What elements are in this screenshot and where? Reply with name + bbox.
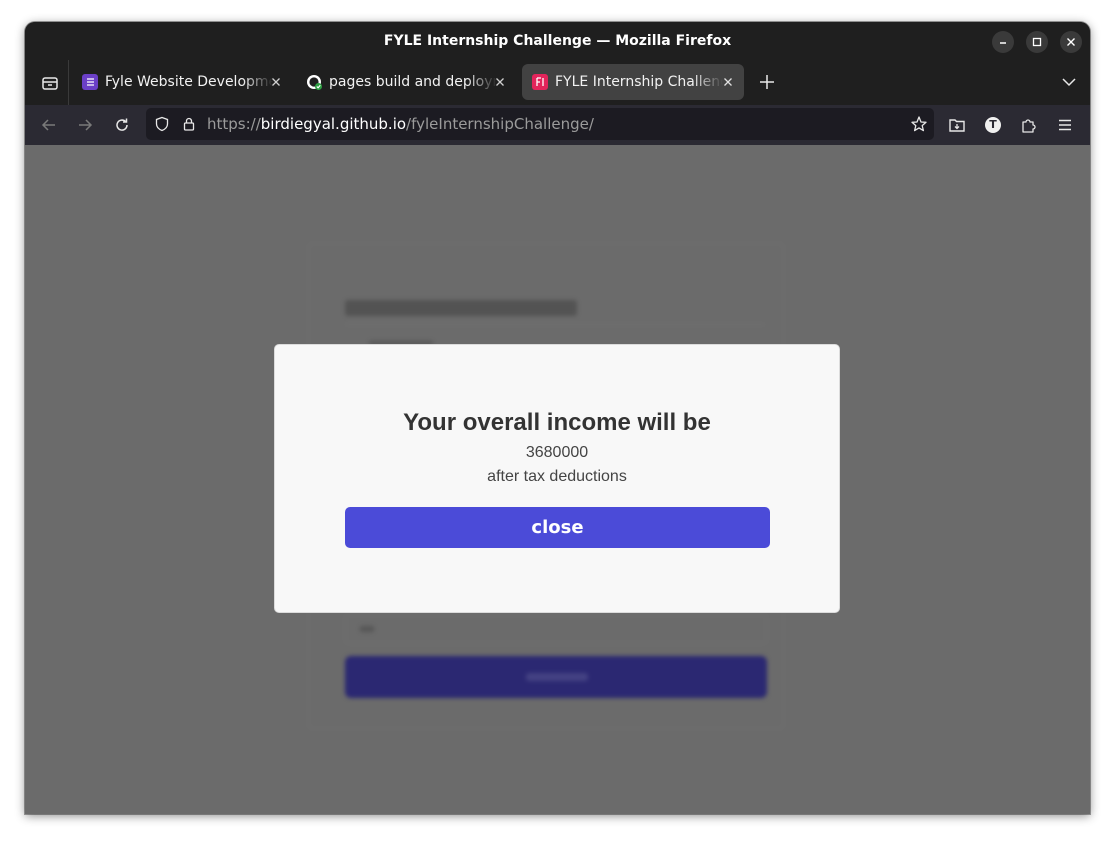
modal-subtext: after tax deductions: [487, 468, 627, 485]
forward-button[interactable]: [70, 110, 100, 140]
fyle-icon: [532, 74, 548, 90]
url-bar[interactable]: https://birdiegyal.github.io/fyleInterns…: [146, 108, 934, 140]
bookmark-star-icon[interactable]: [910, 115, 928, 133]
back-button[interactable]: [34, 110, 64, 140]
new-tab-plus-icon[interactable]: [753, 68, 781, 96]
url-path: /fyleInternshipChallenge/: [406, 115, 594, 133]
close-tab-icon[interactable]: [492, 74, 508, 90]
lock-icon[interactable]: [181, 116, 197, 132]
minimize-icon: [1000, 42, 1006, 44]
back-arrow-icon: [41, 119, 55, 131]
minimize-button[interactable]: [992, 31, 1014, 53]
puzzle-piece-icon: [1022, 119, 1036, 133]
close-tab-icon[interactable]: [268, 74, 284, 90]
tab-label: Fyle Website Development: [105, 74, 273, 90]
tab-separator: [68, 60, 69, 105]
url-text[interactable]: https://birdiegyal.github.io/fyleInterns…: [207, 108, 594, 140]
close-icon: [1067, 38, 1075, 46]
account-button[interactable]: T: [978, 110, 1008, 140]
forward-arrow-icon: [79, 119, 93, 131]
chevron-down-icon[interactable]: [1057, 68, 1081, 96]
income-amount: 3680000: [525, 444, 589, 461]
tab-fyle-internship-challenge[interactable]: FYLE Internship Challenge: [522, 64, 744, 100]
shield-icon[interactable]: [154, 116, 170, 132]
hamburger-menu-icon: [1059, 119, 1071, 131]
pocket-icon: [949, 119, 965, 132]
tab-label: FYLE Internship Challenge: [555, 74, 723, 90]
firefox-view-icon: [42, 77, 58, 90]
close-tab-icon[interactable]: [720, 74, 736, 90]
extensions-button[interactable]: [1014, 110, 1044, 140]
maximize-button[interactable]: [1026, 31, 1048, 53]
close-modal-button[interactable]: close: [345, 507, 770, 548]
income-result-modal: Your overall income will be 3680000 afte…: [274, 344, 840, 613]
tab-pages-build-and-deployment[interactable]: pages build and deployment: [296, 64, 516, 100]
save-to-pocket-button[interactable]: [942, 110, 972, 140]
background-divider: [345, 324, 765, 325]
background-form-title: [345, 300, 577, 316]
menu-button[interactable]: [1050, 110, 1080, 140]
notion-list-icon: [82, 74, 98, 90]
reload-icon: [116, 118, 128, 131]
url-scheme: https://: [207, 115, 261, 133]
firefox-view-button[interactable]: [35, 68, 65, 98]
reload-button[interactable]: [107, 110, 137, 140]
tab-fyle-website-development[interactable]: Fyle Website Development: [72, 64, 292, 100]
window-title: FYLE Internship Challenge — Mozilla Fire…: [383, 33, 732, 49]
browser-window: FYLE Internship Challenge — Mozilla Fire…: [25, 22, 1090, 814]
tab-label: pages build and deployment: [329, 74, 497, 90]
tab-bar: Fyle Website Development pages build and…: [25, 60, 1090, 105]
background-input-field: [345, 614, 767, 644]
title-bar: FYLE Internship Challenge — Mozilla Fire…: [25, 22, 1090, 60]
close-window-button[interactable]: [1060, 31, 1082, 53]
url-host: birdiegyal.github.io: [260, 115, 407, 133]
github-icon: [306, 74, 322, 90]
navigation-toolbar: https://birdiegyal.github.io/fyleInterns…: [25, 105, 1090, 145]
account-initial: T: [989, 118, 997, 131]
background-submit-button: [345, 656, 767, 698]
maximize-icon: [1032, 37, 1042, 47]
modal-heading: Your overall income will be: [403, 409, 711, 436]
page-viewport: Your overall income will be 3680000 afte…: [25, 145, 1090, 814]
